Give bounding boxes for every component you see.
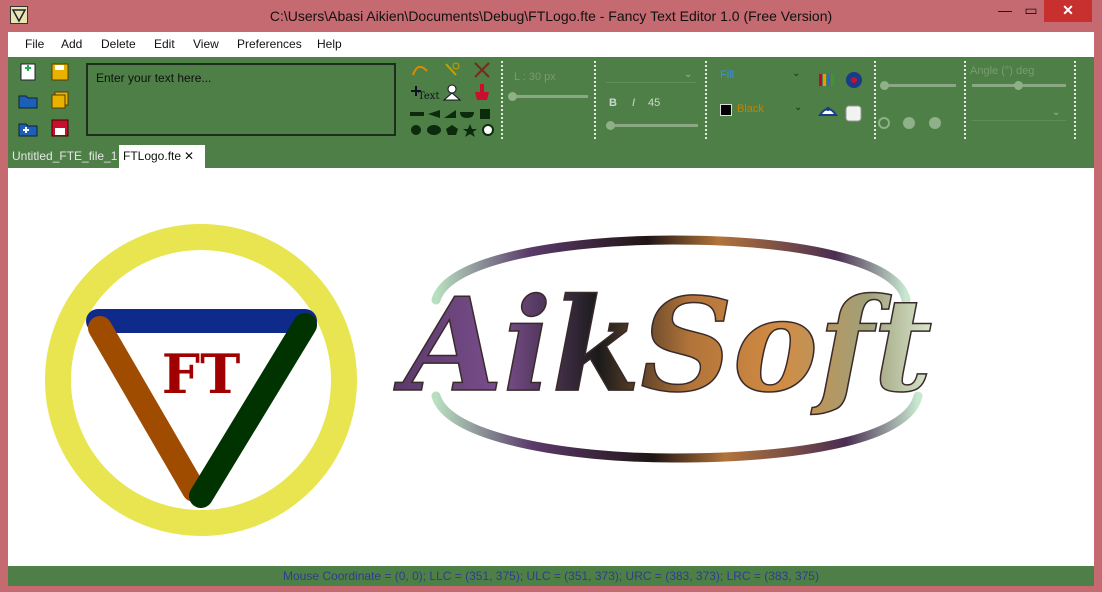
separator — [1074, 61, 1076, 139]
menu-bar: File Add Delete Edit View Preferences He… — [8, 32, 1094, 57]
angle-slider-knob[interactable] — [1014, 81, 1023, 90]
status-bar: Mouse Coordinate = (0, 0); LLC = (351, 3… — [8, 566, 1094, 586]
separator — [964, 61, 966, 139]
font-combo[interactable] — [606, 67, 696, 83]
gradient-palette-icon[interactable] — [818, 71, 838, 89]
radio-option-2[interactable] — [903, 117, 915, 129]
toolbar: Enter your text here... Text L: 30 px ⌄… — [8, 57, 1094, 142]
open-folder-icon[interactable] — [18, 91, 38, 109]
italic-button[interactable]: I — [632, 97, 635, 109]
tab-close-icon[interactable]: ✕ — [184, 149, 194, 163]
tab-ftlogo-label: FTLogo.fte — [123, 149, 182, 163]
save-as-icon[interactable] — [50, 119, 70, 137]
menu-delete[interactable]: Delete — [101, 37, 136, 51]
tab-untitled[interactable]: Untitled_FTE_file_1 — [8, 145, 118, 168]
rotation-combo-arrow-icon[interactable]: ⌄ — [1052, 107, 1060, 118]
line-width-label: L : 30 px — [514, 71, 556, 83]
menu-file[interactable]: File — [25, 37, 44, 51]
document-tabs: Untitled_FTE_file_1 FTLogo.fte ✕ — [8, 142, 1094, 168]
drawing-canvas[interactable]: FT AikSoft — [8, 168, 1094, 566]
menu-add[interactable]: Add — [61, 37, 82, 51]
bucket-icon[interactable] — [818, 103, 838, 121]
tab-ftlogo[interactable]: FTLogo.fte ✕ — [119, 145, 205, 168]
color-swatch — [720, 104, 732, 116]
color-combo[interactable]: Black — [737, 103, 764, 115]
separator — [705, 61, 707, 139]
maximize-button[interactable]: ▭ — [1018, 0, 1044, 22]
mouse-coordinate-status: Mouse Coordinate = (0, 0); LLC = (351, 3… — [283, 569, 819, 583]
save-icon[interactable] — [50, 63, 70, 81]
font-size-slider-knob[interactable] — [606, 121, 615, 130]
separator — [501, 61, 503, 139]
curve-tool-icon[interactable] — [410, 61, 430, 79]
clear-brush-icon[interactable] — [472, 83, 492, 101]
logo-letters: FT — [162, 342, 241, 406]
new-file-icon[interactable] — [18, 63, 38, 81]
image-tool-icon[interactable] — [442, 83, 462, 101]
menu-edit[interactable]: Edit — [154, 37, 175, 51]
title-bar: C:\Users\Abasi Aikien\Documents\Debug\FT… — [0, 0, 1102, 32]
separator — [594, 61, 596, 139]
menu-view[interactable]: View — [193, 37, 219, 51]
bold-button[interactable]: B — [609, 97, 617, 109]
delete-tool-icon[interactable] — [472, 61, 492, 79]
save-all-icon[interactable] — [50, 91, 70, 109]
font-angle-value: 45 — [648, 97, 661, 109]
window-title: C:\Users\Abasi Aikien\Documents\Debug\FT… — [269, 8, 833, 24]
canvas-drawing: FT AikSoft — [45, 224, 933, 536]
text-entry-field[interactable]: Enter your text here... — [86, 63, 396, 136]
angle-label: Angle (°) deg — [970, 65, 1035, 77]
shape-palette-shapes — [410, 121, 498, 139]
close-button[interactable]: ✕ — [1044, 0, 1092, 22]
open-new-icon[interactable] — [18, 119, 38, 137]
aiksoft-wordmark: AikSoft — [393, 235, 933, 463]
menu-preferences[interactable]: Preferences — [237, 37, 302, 51]
ft-logo: FT — [45, 224, 357, 536]
add-text-label: Text — [418, 91, 440, 102]
line-width-slider[interactable] — [512, 95, 588, 98]
radio-option-1[interactable] — [878, 117, 890, 129]
color-combo-arrow-icon[interactable]: ⌄ — [794, 102, 802, 113]
fill-mode-combo[interactable]: Fill — [720, 69, 734, 81]
wordmark-text: AikSoft — [394, 271, 933, 421]
minimize-button[interactable]: — — [992, 0, 1018, 22]
menu-help[interactable]: Help — [317, 37, 342, 51]
font-size-slider[interactable] — [608, 124, 698, 127]
fill-mode-arrow-icon[interactable]: ⌄ — [792, 68, 800, 79]
opacity-slider[interactable] — [882, 84, 956, 87]
opacity-slider-knob[interactable] — [880, 81, 889, 90]
pattern-icon[interactable] — [844, 71, 864, 89]
transparent-fill-icon[interactable] — [844, 105, 864, 123]
radio-option-3[interactable] — [929, 117, 941, 129]
separator — [874, 61, 876, 139]
select-tool-icon[interactable] — [442, 61, 462, 79]
line-width-slider-knob[interactable] — [508, 92, 517, 101]
app-window: C:\Users\Abasi Aikien\Documents\Debug\FT… — [0, 0, 1102, 592]
font-combo-arrow-icon[interactable]: ⌄ — [684, 69, 692, 80]
